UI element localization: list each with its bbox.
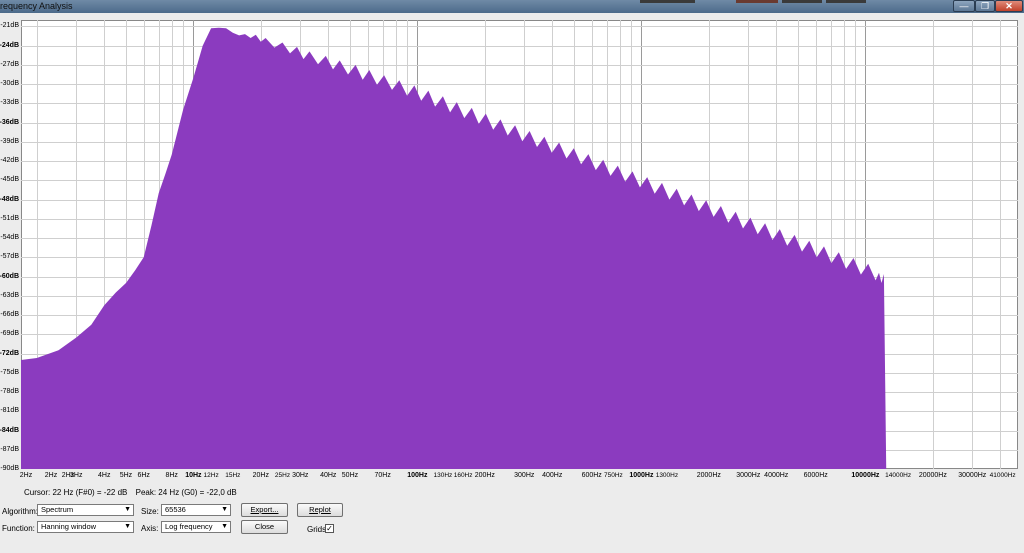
y-tick-label: -60dB	[0, 272, 19, 280]
x-tick-label: 6000Hz	[803, 472, 828, 479]
y-tick-label: -45dB	[0, 176, 19, 184]
spectrum-plot	[21, 20, 1018, 469]
y-tick-label: -63dB	[0, 291, 19, 299]
x-tick-label: 30000Hz	[958, 472, 987, 479]
x-tick-label: 100Hz	[407, 472, 428, 479]
y-tick-label: -66dB	[0, 311, 19, 319]
minimize-icon: —	[959, 1, 969, 11]
size-select[interactable]: 65536 ▼	[161, 504, 231, 516]
close-button[interactable]: Close	[241, 520, 288, 534]
y-tick-label: -21dB	[0, 22, 19, 30]
x-tick-label: 750Hz	[604, 472, 623, 479]
y-tick-label: -27dB	[0, 60, 19, 68]
y-tick-label: -39dB	[0, 137, 19, 145]
x-tick-label: 4Hz	[98, 472, 111, 479]
taskbar-strip	[736, 0, 778, 3]
size-value: 65536	[165, 505, 186, 514]
y-tick-label: -84dB	[0, 426, 19, 434]
x-tick-label: 5Hz	[119, 472, 133, 479]
y-tick-label: -33dB	[0, 99, 19, 107]
x-tick-label: 8Hz	[165, 472, 178, 479]
y-tick-label: -72dB	[0, 349, 19, 357]
y-tick-label: -54dB	[0, 234, 19, 242]
algorithm-label: Algorithm:	[2, 507, 39, 516]
taskbar-strip	[640, 0, 695, 3]
x-tick-label: 25Hz	[274, 472, 291, 479]
x-tick-label: 2000Hz	[696, 472, 721, 479]
x-tick-label: 10000Hz	[851, 472, 880, 479]
algorithm-value: Spectrum	[41, 505, 74, 514]
x-tick-label: 4000Hz	[764, 472, 789, 479]
close-icon: ✕	[1005, 1, 1013, 11]
status-line: Cursor: 22 Hz (F#0) = -22 dB Peak: 24 Hz…	[24, 488, 243, 497]
x-tick-label: 20Hz	[252, 472, 269, 479]
axis-select[interactable]: Log frequency ▼	[161, 521, 231, 533]
y-tick-label: -42dB	[0, 157, 19, 165]
x-tick-label: 3Hz	[70, 472, 83, 479]
x-tick-label: 15Hz	[225, 472, 241, 479]
x-tick-label: 6Hz	[137, 472, 150, 479]
y-tick-label: -48dB	[0, 195, 19, 203]
y-tick-label: -90dB	[0, 465, 19, 472]
chevron-down-icon: ▼	[124, 506, 131, 513]
function-select[interactable]: Hanning window ▼	[37, 521, 134, 533]
maximize-icon: ❐	[980, 1, 990, 11]
export-button[interactable]: Export...	[241, 503, 288, 517]
x-tick-label: 41000Hz	[989, 472, 1016, 479]
checkmark-icon: ✓	[326, 524, 333, 533]
function-label: Function:	[2, 524, 35, 533]
x-tick-label: 2Hz	[19, 472, 33, 479]
grids-checkbox[interactable]: ✓	[325, 524, 334, 533]
x-tick-label: 600Hz	[581, 472, 602, 479]
axis-label: Axis:	[141, 524, 159, 533]
x-tick-label: 2Hz	[44, 472, 58, 479]
y-tick-label: -57dB	[0, 253, 19, 261]
taskbar-strip	[782, 0, 822, 3]
y-tick-label: -51dB	[0, 214, 19, 222]
x-tick-label: 20000Hz	[918, 472, 947, 479]
x-tick-label: 50Hz	[341, 472, 359, 479]
chevron-down-icon: ▼	[124, 523, 131, 530]
y-tick-label: -69dB	[0, 330, 19, 338]
x-tick-label: 70Hz	[374, 472, 391, 479]
y-tick-label: -78dB	[0, 388, 19, 396]
function-value: Hanning window	[41, 522, 97, 531]
x-tick-label: 12Hz	[203, 472, 219, 479]
x-tick-label: 400Hz	[542, 472, 563, 479]
x-tick-label: 300Hz	[514, 472, 535, 479]
chevron-down-icon: ▼	[221, 523, 228, 530]
axis-value: Log frequency	[165, 522, 213, 531]
size-label: Size:	[141, 507, 159, 516]
y-tick-label: -87dB	[0, 445, 19, 453]
x-tick-label: 3000Hz	[736, 472, 761, 479]
spectrum-area	[21, 27, 887, 469]
y-tick-label: -30dB	[0, 80, 19, 88]
replot-button[interactable]: Replot	[297, 503, 343, 517]
maximize-button[interactable]: ❐	[975, 0, 995, 12]
x-tick-label: 40Hz	[320, 472, 337, 479]
taskbar-strip	[826, 0, 866, 3]
x-tick-label: 200Hz	[474, 472, 495, 479]
x-tick-label: 10Hz	[185, 472, 202, 479]
close-window-button[interactable]: ✕	[995, 0, 1023, 12]
peak-readout: Peak: 24 Hz (G0) = -22,0 dB	[135, 488, 237, 497]
window-title: requency Analysis	[0, 1, 73, 11]
algorithm-select[interactable]: Spectrum ▼	[37, 504, 134, 516]
x-tick-label: 30Hz	[292, 472, 309, 479]
grids-label: Grids	[307, 525, 327, 534]
x-tick-label: 1300Hz	[655, 472, 679, 479]
chevron-down-icon: ▼	[221, 506, 228, 513]
y-tick-label: -81dB	[0, 407, 19, 415]
y-tick-label: -75dB	[0, 368, 19, 376]
y-tick-label: -36dB	[0, 118, 19, 126]
cursor-readout: Cursor: 22 Hz (F#0) = -22 dB	[24, 488, 128, 497]
x-tick-label: 160Hz	[453, 472, 473, 479]
x-tick-label: 14000Hz	[885, 472, 912, 479]
title-bar: requency Analysis — ❐ ✕	[0, 0, 1024, 13]
x-tick-label: 130Hz	[433, 472, 453, 479]
x-tick-label: 1000Hz	[629, 472, 654, 479]
y-tick-label: -24dB	[0, 41, 19, 49]
minimize-button[interactable]: —	[953, 0, 975, 12]
